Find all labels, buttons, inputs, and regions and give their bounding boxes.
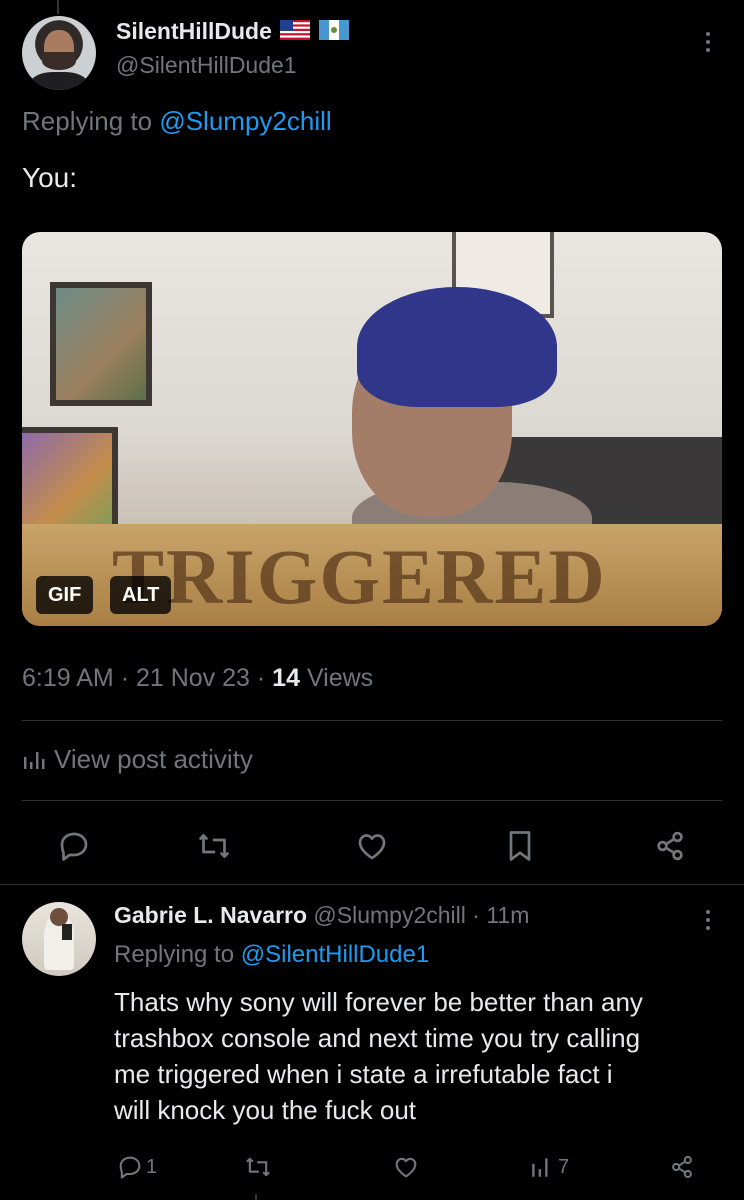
reply-button[interactable]: 1: [116, 1152, 157, 1182]
replying-to-link[interactable]: @Slumpy2chill: [159, 106, 331, 136]
reply-count: 1: [146, 1155, 158, 1178]
alt-badge[interactable]: ALT: [110, 576, 172, 614]
display-name[interactable]: Gabrie L. Navarro: [114, 902, 307, 928]
replying-to: Replying to @Slumpy2chill: [22, 106, 332, 136]
guatemala-flag-icon: [318, 19, 349, 46]
views-button[interactable]: 7: [530, 1152, 569, 1182]
picture-frame: [22, 427, 118, 539]
user-handle[interactable]: @SilentHillDude1: [116, 52, 297, 79]
analytics-icon: [24, 752, 45, 769]
triggered-text: TRIGGERED: [112, 533, 607, 620]
thread-line: [255, 1194, 257, 1200]
beanie: [357, 287, 557, 407]
picture-frame: [50, 282, 152, 406]
divider: [22, 720, 722, 721]
us-flag-icon: [280, 19, 311, 46]
thread-line: [57, 0, 59, 14]
share-button[interactable]: [668, 1152, 698, 1182]
retweet-icon: [199, 834, 229, 858]
like-button[interactable]: [392, 1152, 422, 1182]
share-icon: [672, 1155, 692, 1179]
reply-icon: [60, 832, 88, 861]
divider: [0, 884, 744, 885]
share-button[interactable]: [648, 824, 692, 868]
analytics-icon: [532, 1158, 548, 1177]
views-count: 14: [272, 664, 300, 692]
reply-icon: [119, 1156, 141, 1179]
reply-text: Thats why sony will forever be better th…: [114, 987, 643, 1125]
replying-to: Replying to @SilentHillDude1: [114, 941, 430, 968]
view-post-activity[interactable]: View post activity: [22, 744, 253, 775]
reply-button[interactable]: [52, 824, 96, 868]
avatar[interactable]: [22, 902, 96, 976]
tweet-time[interactable]: 6:19 AM: [22, 664, 114, 692]
views-count: 7: [558, 1155, 570, 1178]
retweet-icon: [246, 1157, 270, 1177]
more-options-icon[interactable]: [698, 906, 718, 940]
tweet-meta: 6:19 AM · 21 Nov 23 · 14 Views: [22, 664, 374, 692]
like-button[interactable]: [350, 824, 394, 868]
tweet-text: You:: [22, 162, 78, 193]
more-options-icon[interactable]: [698, 28, 718, 62]
avatar[interactable]: [22, 16, 96, 90]
retweet-button[interactable]: [244, 1152, 274, 1182]
like-icon: [395, 1157, 417, 1178]
retweet-button[interactable]: [192, 824, 236, 868]
gif-badge: GIF: [36, 576, 94, 614]
bookmark-icon: [509, 831, 531, 861]
bookmark-button[interactable]: [498, 824, 542, 868]
user-handle[interactable]: @Slumpy2chill: [313, 902, 465, 928]
reply-header: Gabrie L. Navarro @Slumpy2chill · 11m: [114, 902, 530, 928]
views-label: Views: [306, 664, 374, 692]
replying-to-link[interactable]: @SilentHillDude1: [241, 941, 429, 968]
divider: [22, 800, 722, 801]
share-icon: [657, 831, 683, 861]
display-name[interactable]: SilentHillDude: [116, 18, 349, 46]
tweet-date[interactable]: 21 Nov 23: [136, 664, 250, 692]
like-icon: [358, 834, 386, 860]
reply-time[interactable]: 11m: [486, 902, 529, 928]
gif-media[interactable]: TRIGGERED GIF ALT: [22, 232, 722, 626]
